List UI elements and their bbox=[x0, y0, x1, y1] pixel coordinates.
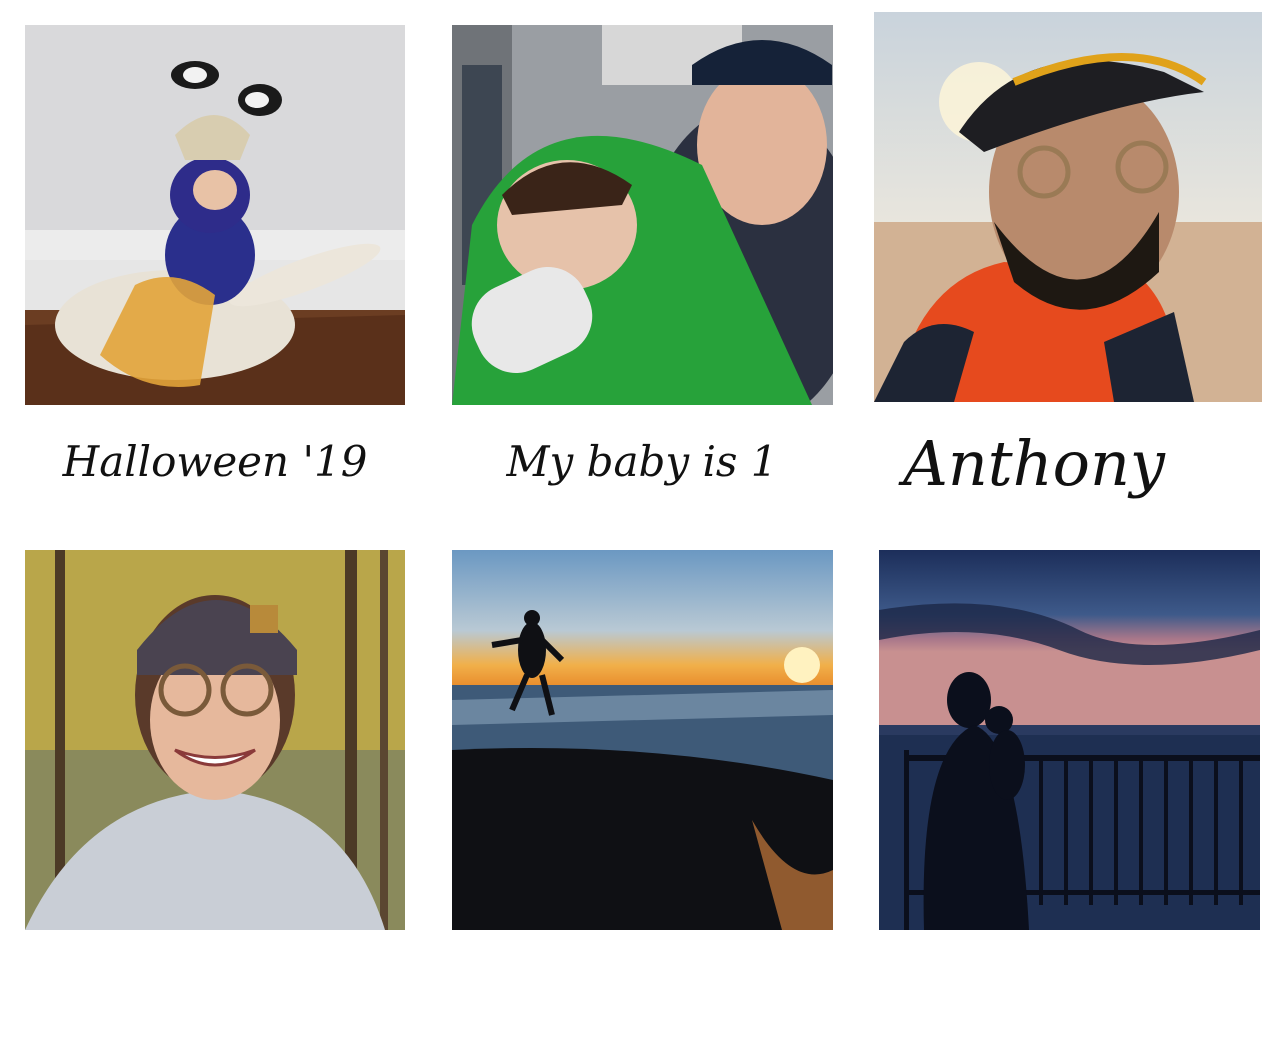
photo-railing-dusk[interactable] bbox=[879, 550, 1260, 930]
photo-beanie-smile-image bbox=[25, 550, 405, 930]
caption-halloween: Halloween '19 bbox=[25, 418, 405, 498]
photo-beanie-smile[interactable] bbox=[25, 550, 405, 930]
photo-baby-birthday[interactable] bbox=[452, 25, 833, 405]
caption-baby-birthday: My baby is 1 bbox=[452, 418, 833, 498]
photo-anthony[interactable] bbox=[874, 12, 1262, 402]
photo-beach-sunset-image bbox=[452, 550, 833, 930]
photo-railing-dusk-image bbox=[879, 550, 1260, 930]
photo-halloween[interactable] bbox=[25, 25, 405, 405]
caption-anthony: Anthony bbox=[874, 410, 1262, 520]
photo-beach-sunset[interactable] bbox=[452, 550, 833, 930]
photo-baby-birthday-image bbox=[452, 25, 833, 405]
caption-halloween-text: Halloween '19 bbox=[62, 437, 368, 486]
photo-anthony-image bbox=[874, 12, 1262, 402]
caption-anthony-text: Anthony bbox=[898, 427, 1166, 500]
photo-halloween-image bbox=[25, 25, 405, 405]
caption-baby-birthday-text: My baby is 1 bbox=[505, 437, 777, 486]
